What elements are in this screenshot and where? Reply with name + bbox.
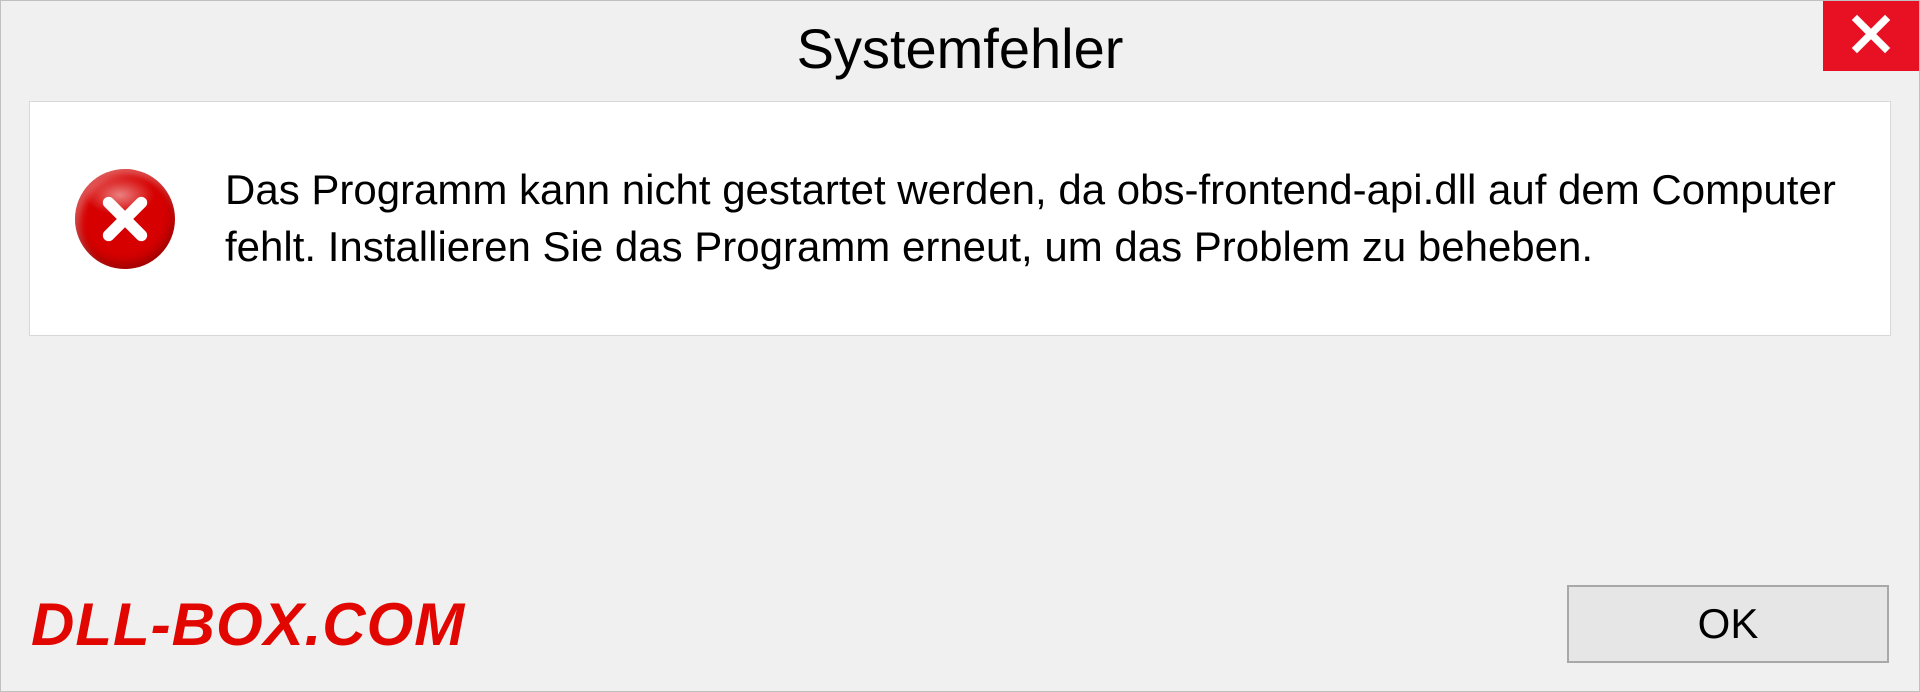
titlebar: Systemfehler [1, 1, 1919, 96]
watermark-text: DLL-BOX.COM [31, 590, 465, 659]
error-dialog: Systemfehler Das Programm kann nicht ges… [0, 0, 1920, 692]
dialog-message: Das Programm kann nicht gestartet werden… [225, 162, 1845, 275]
error-icon-container [75, 169, 175, 269]
close-icon [1850, 13, 1892, 60]
dialog-title: Systemfehler [797, 16, 1124, 81]
error-icon [75, 169, 175, 269]
ok-button[interactable]: OK [1567, 585, 1889, 663]
dialog-footer: DLL-BOX.COM OK [1, 585, 1919, 663]
close-button[interactable] [1823, 1, 1919, 71]
dialog-content: Das Programm kann nicht gestartet werden… [29, 101, 1891, 336]
